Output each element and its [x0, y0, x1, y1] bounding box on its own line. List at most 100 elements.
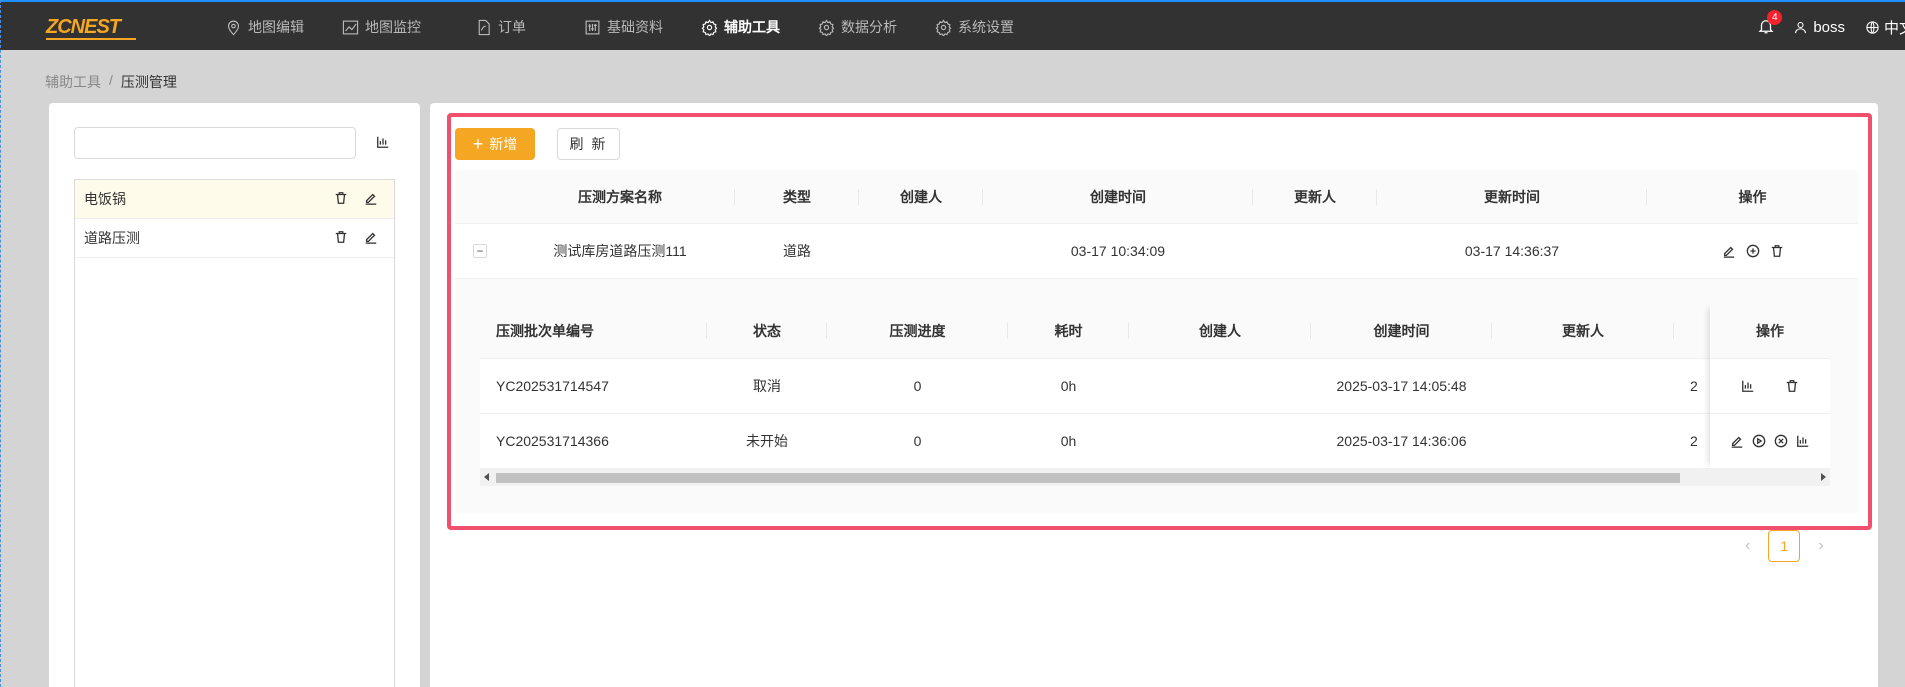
- language-label: 中文: [1884, 19, 1905, 37]
- batch-progress: 0: [913, 378, 922, 394]
- notification-button[interactable]: 4: [1757, 10, 1783, 37]
- column-header: 创建时间: [1311, 304, 1492, 358]
- scheme-created-time: 03-17 10:34:09: [1070, 243, 1166, 259]
- list-item[interactable]: 电饭锅: [75, 180, 394, 219]
- batch-progress: 0: [913, 433, 922, 449]
- page-number-button[interactable]: 1: [1768, 530, 1801, 562]
- edit-icon[interactable]: [364, 230, 378, 244]
- chart-button[interactable]: [372, 131, 394, 153]
- trash-icon[interactable]: [334, 191, 348, 205]
- breadcrumb-parent[interactable]: 辅助工具: [45, 72, 101, 92]
- add-button-label: 新增: [489, 136, 518, 152]
- user-icon: [1795, 21, 1807, 33]
- next-page-button[interactable]: ›: [1818, 537, 1823, 555]
- column-header: 状态: [707, 304, 827, 358]
- frame-border: [0, 0, 9, 687]
- main-nav: 地图编辑 地图监控 订单 基础资料 辅助工具 数据分析 系统设置: [225, 2, 1014, 52]
- nav-label: 订单: [498, 19, 526, 35]
- horizontal-scrollbar[interactable]: [480, 469, 1830, 486]
- collapse-toggle[interactable]: −: [473, 244, 487, 258]
- cancel-circle-icon[interactable]: [1774, 434, 1788, 448]
- trash-icon[interactable]: [334, 230, 348, 244]
- column-header: 压测进度: [827, 304, 1008, 358]
- top-right-area: 4 boss 中文: [1757, 2, 1905, 52]
- plus-circle-icon[interactable]: [1746, 244, 1760, 258]
- nav-orders[interactable]: 订单: [475, 2, 526, 52]
- edit-icon[interactable]: [1730, 434, 1744, 448]
- scheme-updated-time: 03-17 14:36:37: [1464, 243, 1560, 259]
- refresh-button[interactable]: 刷 新: [557, 128, 620, 160]
- column-header: 压测批次单编号: [480, 304, 707, 358]
- trash-icon[interactable]: [1785, 379, 1799, 393]
- nav-label: 数据分析: [841, 19, 897, 35]
- line-chart-icon: [342, 20, 359, 34]
- batch-status: 取消: [753, 378, 781, 394]
- batch-duration: 0h: [1060, 378, 1077, 394]
- edit-icon[interactable]: [1722, 244, 1736, 258]
- nav-data-analysis[interactable]: 数据分析: [818, 2, 897, 52]
- column-header: 类型: [735, 170, 859, 223]
- add-button[interactable]: + 新增: [455, 128, 535, 160]
- nav-system-settings[interactable]: 系统设置: [935, 2, 1014, 52]
- gear-icon: [935, 18, 952, 36]
- batch-created-time: 2025-03-17 14:36:06: [1336, 433, 1467, 449]
- expand-cell: −: [455, 224, 505, 278]
- scheme-list: 电饭锅 道路压测: [74, 179, 395, 687]
- column-header: 更新人: [1492, 304, 1674, 358]
- language-switch[interactable]: 中文: [1865, 17, 1905, 38]
- pagination: ‹ 1 ›: [1745, 530, 1824, 562]
- logo[interactable]: ZCNEST: [46, 16, 121, 39]
- breadcrumb-current: 压测管理: [120, 74, 177, 90]
- play-circle-icon[interactable]: [1752, 434, 1766, 448]
- bar-chart-icon[interactable]: [1741, 379, 1755, 393]
- nav-label: 基础资料: [607, 19, 663, 35]
- batch-duration: 0h: [1060, 433, 1077, 449]
- column-header: 更新人: [1253, 170, 1377, 223]
- table-header: 压测批次单编号 状态 压测进度 耗时 创建人 创建时间 更新人: [480, 304, 1830, 359]
- column-header: 创建人: [1129, 304, 1311, 358]
- logo-underline: [46, 38, 136, 40]
- trash-icon[interactable]: [1770, 244, 1784, 258]
- bar-chart-icon: [377, 136, 389, 148]
- table-row: − 测试库房道路压测111 道路 03-17 10:34:09 03-17 14…: [455, 224, 1858, 279]
- prev-page-button[interactable]: ‹: [1745, 537, 1750, 555]
- column-header: 操作: [1710, 304, 1830, 359]
- list-item-label: 道路压测: [84, 230, 140, 246]
- edit-icon[interactable]: [364, 191, 378, 205]
- table-row: YC202531714366 未开始 0 0h 2025-03-17 14:36…: [480, 414, 1830, 469]
- user-menu[interactable]: boss: [1793, 19, 1845, 36]
- top-bar: ZCNEST 地图编辑 地图监控 订单 基础资料 辅助工具 数据分析 系统设置 …: [0, 0, 1905, 50]
- nav-map-edit[interactable]: 地图编辑: [225, 2, 304, 52]
- list-item[interactable]: 道路压测: [75, 219, 394, 258]
- notification-badge: 4: [1767, 10, 1783, 25]
- search-input[interactable]: [74, 127, 356, 159]
- bar-chart-icon[interactable]: [1796, 434, 1810, 448]
- header-expand: [455, 170, 505, 223]
- nav-label: 辅助工具: [724, 19, 780, 35]
- batch-id: YC202531714547: [496, 378, 609, 394]
- row-actions: [1647, 224, 1858, 278]
- scroll-right-icon[interactable]: [1821, 473, 1826, 481]
- batch-creator: [1129, 359, 1311, 413]
- scroll-left-icon[interactable]: [484, 473, 489, 481]
- batch-updater: [1492, 414, 1674, 468]
- scrollbar-thumb[interactable]: [496, 473, 1680, 483]
- column-header: 更新时间: [1377, 170, 1647, 223]
- nav-label: 地图编辑: [248, 19, 304, 35]
- scheme-type: 道路: [783, 243, 811, 259]
- nav-label: 系统设置: [958, 19, 1014, 35]
- row-actions: [1710, 359, 1830, 414]
- column-header: 压测方案名称: [505, 170, 735, 223]
- scheme-updater: [1253, 224, 1377, 278]
- nav-aux-tools[interactable]: 辅助工具: [701, 2, 780, 52]
- gear-icon: [818, 18, 835, 36]
- sliders-icon: [585, 20, 600, 34]
- batch-status: 未开始: [746, 433, 788, 449]
- column-header: 耗时: [1008, 304, 1129, 358]
- nav-map-monitor[interactable]: 地图监控: [342, 2, 421, 52]
- nav-label: 地图监控: [365, 19, 421, 35]
- batch-created-time: 2025-03-17 14:05:48: [1336, 378, 1467, 394]
- nav-basic-data[interactable]: 基础资料: [584, 2, 663, 52]
- table-row: YC202531714547 取消 0 0h 2025-03-17 14:05:…: [480, 359, 1830, 414]
- scheme-name: 测试库房道路压测111: [553, 243, 687, 259]
